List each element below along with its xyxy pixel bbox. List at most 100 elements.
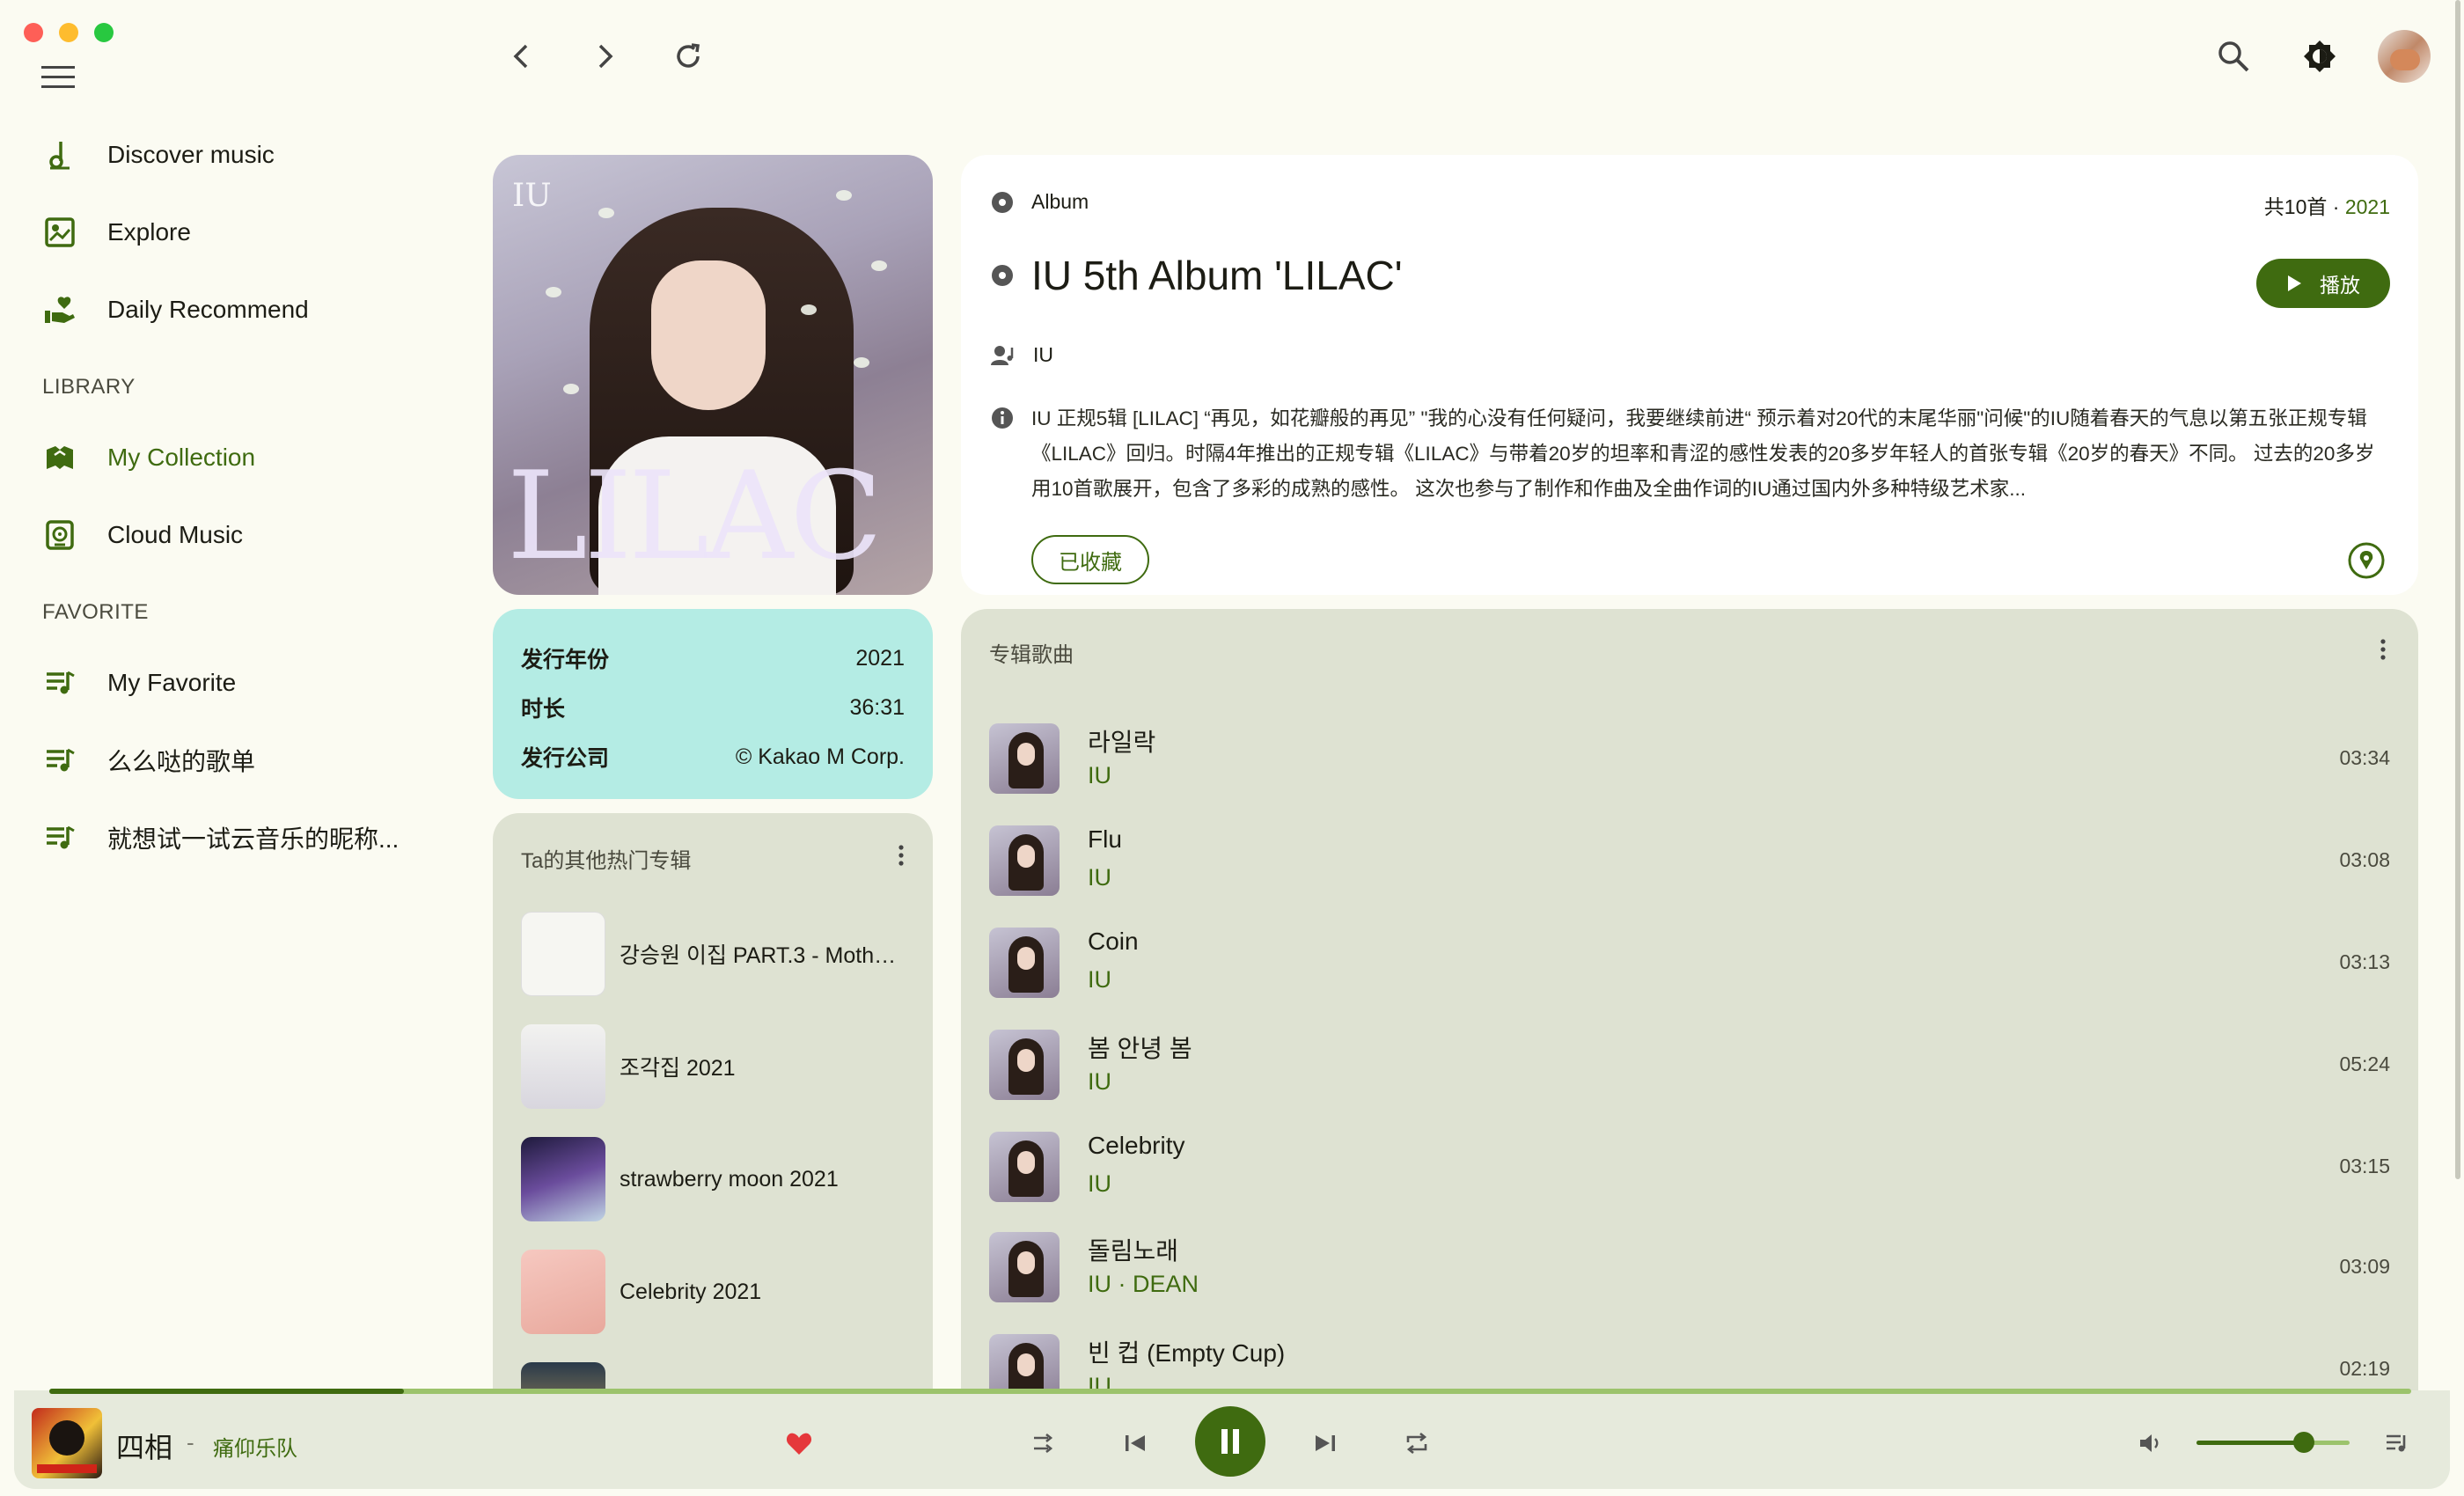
cover-title-text: LILAC bbox=[507, 445, 883, 587]
locate-track-icon[interactable] bbox=[2348, 542, 2385, 579]
track-artist[interactable]: IU bbox=[1088, 762, 1111, 789]
sidebar-item-label: Cloud Music bbox=[107, 521, 244, 548]
chevron-right-icon[interactable] bbox=[586, 37, 625, 76]
shuffle-icon[interactable] bbox=[1026, 1427, 1061, 1459]
sidebar-item-playlist-2[interactable]: 就想试一试云音乐的昵称... bbox=[42, 811, 429, 864]
album-name: Celebrity 2021 bbox=[620, 1279, 762, 1304]
now-playing-artist[interactable]: 痛仰乐队 bbox=[213, 1431, 297, 1462]
track-artist[interactable]: IU bbox=[1088, 1068, 1111, 1096]
track-artist[interactable]: IU · DEAN bbox=[1088, 1271, 1199, 1298]
track-duration: 05:24 bbox=[2339, 1052, 2390, 1075]
like-heart-icon[interactable] bbox=[781, 1427, 817, 1459]
album-thumbnail bbox=[521, 912, 605, 996]
next-track-icon[interactable] bbox=[1308, 1427, 1343, 1459]
album-type-row: Album bbox=[991, 190, 1089, 214]
track-row[interactable]: Flu IU 03:08 bbox=[989, 818, 2390, 903]
info-icon bbox=[991, 407, 1014, 507]
info-key: 发行年份 bbox=[521, 648, 610, 672]
track-artist[interactable]: IU bbox=[1088, 1170, 1111, 1198]
disc-icon bbox=[991, 264, 1014, 287]
tracks-title: 专辑歌曲 bbox=[989, 643, 1074, 667]
pause-button[interactable] bbox=[1195, 1406, 1265, 1477]
playlist-icon bbox=[42, 820, 77, 855]
now-playing-cover[interactable] bbox=[32, 1408, 102, 1478]
collected-button[interactable]: 已收藏 bbox=[1031, 535, 1149, 584]
sidebar-item-my-favorite[interactable]: My Favorite bbox=[42, 656, 429, 709]
chevron-left-icon[interactable] bbox=[502, 37, 540, 76]
queue-icon[interactable] bbox=[2380, 1427, 2415, 1459]
track-thumbnail bbox=[989, 825, 1060, 896]
album-item[interactable]: 조각집 2021 bbox=[521, 1024, 908, 1109]
track-thumbnail bbox=[989, 723, 1060, 794]
sidebar-item-discover-music[interactable]: Discover music bbox=[42, 128, 429, 181]
track-row[interactable]: 라일락 IU 03:34 bbox=[989, 716, 2390, 801]
album-type-label: Album bbox=[1031, 190, 1089, 213]
vertical-scrollbar[interactable] bbox=[2455, 0, 2460, 1179]
track-count: 共10首 · 2021 bbox=[2263, 195, 2390, 218]
previous-track-icon[interactable] bbox=[1118, 1427, 1153, 1459]
window-maximize-button[interactable] bbox=[94, 23, 114, 42]
track-name: Celebrity bbox=[1088, 1132, 1185, 1159]
album-title: IU 5th Album 'LILAC' bbox=[1031, 253, 1403, 298]
user-avatar[interactable] bbox=[2378, 30, 2431, 83]
sidebar-item-cloud-music[interactable]: Cloud Music bbox=[42, 509, 429, 561]
disc-icon bbox=[991, 191, 1014, 214]
album-thumbnail bbox=[521, 1024, 605, 1109]
cover-artist-text: IU bbox=[512, 178, 552, 214]
album-description-row: IU 正规5辑 [LILAC] “再见，如花瓣般的再见” "我的心没有任何疑问，… bbox=[991, 401, 2390, 507]
track-duration: 02:19 bbox=[2339, 1357, 2390, 1380]
track-row[interactable]: 돌림노래 IU · DEAN 03:09 bbox=[989, 1225, 2390, 1309]
hamburger-menu-icon[interactable] bbox=[39, 63, 77, 92]
track-artist[interactable]: IU bbox=[1088, 966, 1111, 994]
sidebar-item-label: My Collection bbox=[107, 444, 256, 471]
play-icon bbox=[2288, 275, 2301, 291]
sidebar-item-explore[interactable]: Explore bbox=[42, 206, 429, 259]
other-albums-title: Ta的其他热门专辑 bbox=[521, 849, 692, 873]
album-name: 강승원 이집 PART.3 - Mother... bbox=[620, 943, 908, 968]
window-close-button[interactable] bbox=[24, 23, 43, 42]
playback-progress-fill bbox=[49, 1389, 404, 1394]
playback-progress-bar[interactable] bbox=[49, 1389, 2411, 1394]
refresh-icon[interactable] bbox=[669, 37, 708, 76]
track-row[interactable]: Coin IU 03:13 bbox=[989, 920, 2390, 1005]
volume-slider[interactable] bbox=[2196, 1432, 2350, 1453]
volume-slider-knob[interactable] bbox=[2292, 1432, 2314, 1453]
album-tracks-card: 专辑歌曲 라일락 IU 03:34 Flu IU 03:08 Coin IU 0… bbox=[961, 609, 2418, 1394]
repeat-icon[interactable] bbox=[1399, 1427, 1434, 1459]
album-item[interactable]: strawberry moon 2021 bbox=[521, 1137, 908, 1221]
sidebar-item-my-collection[interactable]: My Collection bbox=[42, 431, 429, 484]
album-item[interactable]: Celebrity 2021 bbox=[521, 1250, 908, 1334]
track-duration: 03:15 bbox=[2339, 1155, 2390, 1177]
info-value: 36:31 bbox=[849, 694, 905, 720]
brightness-icon[interactable] bbox=[2300, 37, 2339, 76]
album-info-card: 发行年份 2021 时长 36:31 发行公司 © Kakao M Corp. bbox=[493, 609, 933, 799]
album-header-card: Album 共10首 · 2021 IU 5th Album 'LILAC' 播… bbox=[961, 155, 2418, 595]
album-thumbnail bbox=[521, 1250, 605, 1334]
volume-icon[interactable] bbox=[2133, 1427, 2168, 1459]
search-icon[interactable] bbox=[2214, 37, 2253, 76]
track-row[interactable]: Celebrity IU 03:15 bbox=[989, 1125, 2390, 1209]
now-playing-title[interactable]: 四相 bbox=[116, 1426, 172, 1466]
track-row[interactable]: 빈 컵 (Empty Cup) IU 02:19 bbox=[989, 1327, 2390, 1394]
info-key: 发行公司 bbox=[521, 746, 610, 771]
sidebar-item-playlist-1[interactable]: 么么哒的歌单 bbox=[42, 734, 429, 787]
track-row[interactable]: 봄 안녕 봄 IU 05:24 bbox=[989, 1023, 2390, 1107]
explore-icon bbox=[42, 215, 77, 250]
more-vert-icon[interactable] bbox=[2367, 634, 2399, 665]
more-vert-icon[interactable] bbox=[885, 840, 917, 871]
track-artist[interactable]: IU bbox=[1088, 864, 1111, 891]
cloud-music-icon bbox=[42, 517, 77, 553]
album-artist: IU bbox=[1033, 343, 1053, 366]
album-item[interactable]: 강승원 이집 PART.3 - Mother... bbox=[521, 912, 908, 996]
pause-icon bbox=[1221, 1429, 1239, 1454]
album-year: 2021 bbox=[2344, 195, 2390, 218]
album-artist-row[interactable]: IU bbox=[991, 343, 1053, 367]
window-minimize-button[interactable] bbox=[59, 23, 78, 42]
track-thumbnail bbox=[989, 1334, 1060, 1394]
track-duration: 03:13 bbox=[2339, 950, 2390, 973]
playlist-icon bbox=[42, 665, 77, 700]
sidebar-item-daily-recommend[interactable]: Daily Recommend bbox=[42, 283, 429, 336]
album-cover: IU LILAC bbox=[493, 155, 933, 595]
play-album-button[interactable]: 播放 bbox=[2256, 259, 2390, 308]
artist-icon bbox=[991, 344, 1016, 367]
